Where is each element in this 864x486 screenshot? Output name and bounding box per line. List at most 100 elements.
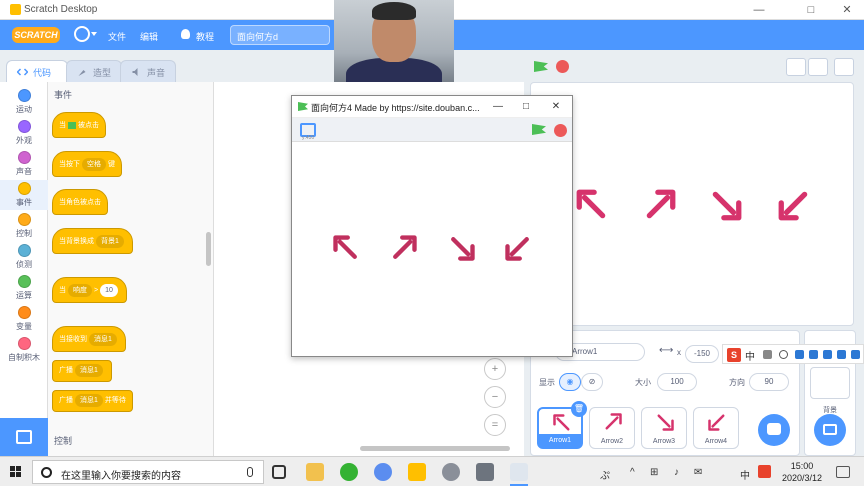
message-dropdown[interactable]: 消息1: [89, 333, 117, 346]
skin-icon[interactable]: [823, 350, 832, 359]
project-title-input[interactable]: 面向何方d: [230, 25, 330, 45]
delete-sprite-icon[interactable]: 🗑: [571, 401, 587, 417]
player-close-button[interactable]: ✕: [544, 99, 568, 115]
keyboard-icon[interactable]: [809, 350, 818, 359]
threshold-input[interactable]: 10: [100, 284, 118, 297]
language-globe-icon[interactable]: [74, 26, 90, 42]
microphone-icon[interactable]: [247, 467, 253, 477]
zoom-reset-button[interactable]: =: [484, 414, 506, 436]
category-motion[interactable]: 运动: [0, 87, 48, 117]
stop-icon[interactable]: [554, 124, 567, 137]
category-sound[interactable]: 声音: [0, 149, 48, 179]
sprite-thumbnail[interactable]: Arrow4: [693, 407, 739, 449]
windows-start-icon[interactable]: [10, 466, 22, 478]
arrow-up-right-sprite[interactable]: [643, 188, 677, 222]
arrow-down-left-sprite[interactable]: [777, 188, 811, 222]
chevron-down-icon[interactable]: [91, 32, 97, 36]
size-input[interactable]: 100: [657, 373, 697, 391]
when-flag-clicked-block[interactable]: 当被点击: [52, 112, 106, 138]
add-backdrop-button[interactable]: [814, 414, 846, 446]
microphone-icon[interactable]: [795, 350, 804, 359]
punctuation-icon[interactable]: [763, 350, 772, 359]
shirt-icon[interactable]: [837, 350, 846, 359]
arrow-down-right-sprite[interactable]: [448, 234, 476, 262]
when-receive-message-block[interactable]: 当接收到 消息1: [52, 326, 126, 352]
sprite-thumbnail[interactable]: Arrow2: [589, 407, 635, 449]
app-icon[interactable]: [442, 463, 460, 481]
category-control[interactable]: 控制: [0, 211, 48, 241]
maximize-button[interactable]: □: [796, 2, 826, 18]
zoom-in-button[interactable]: +: [484, 358, 506, 380]
broadcast-and-wait-block[interactable]: 广播 消息1 并等待: [52, 390, 133, 412]
volume-icon[interactable]: ✉: [694, 467, 702, 478]
sensor-dropdown[interactable]: 响度: [68, 284, 92, 297]
notifications-icon[interactable]: [836, 466, 850, 478]
scratch-logo[interactable]: SCRATCH: [12, 27, 60, 43]
large-stage-button[interactable]: [808, 58, 828, 76]
fullscreen-button[interactable]: [834, 58, 854, 76]
tab-code[interactable]: 代码: [6, 60, 68, 82]
task-view-icon[interactable]: [272, 465, 286, 479]
project-player-window[interactable]: 面向何方4 Made by https://site.douban.c... —…: [291, 95, 573, 357]
sogou-tray-icon[interactable]: [758, 465, 771, 478]
arrow-down-right-sprite[interactable]: [709, 188, 743, 222]
when-loudness-greater-block[interactable]: 当响度 >10: [52, 277, 127, 303]
green-flag-icon[interactable]: [534, 61, 548, 72]
backdrop-dropdown[interactable]: 背景1: [96, 235, 124, 248]
when-key-pressed-block[interactable]: 当按下 空格键: [52, 151, 122, 177]
close-button[interactable]: ✕: [832, 2, 862, 18]
when-backdrop-switches-block[interactable]: 当背景换成 背景1: [52, 228, 133, 254]
minimize-button[interactable]: —: [744, 2, 774, 18]
file-explorer-icon[interactable]: [306, 463, 324, 481]
scratch-player-taskbar-icon[interactable]: [510, 463, 528, 486]
arrow-up-left-sprite[interactable]: [575, 188, 609, 222]
taskbar-search-box[interactable]: 在这里输入你要搜索的内容: [32, 460, 264, 484]
backdrop-thumbnail[interactable]: [810, 367, 850, 399]
tab-sounds[interactable]: 声音: [120, 60, 176, 82]
tray-app-icon[interactable]: ⊞: [650, 467, 658, 478]
stage-canvas[interactable]: [530, 82, 854, 326]
message-dropdown[interactable]: 消息1: [75, 394, 103, 407]
emoji-icon[interactable]: [779, 350, 788, 359]
ime-toolbar[interactable]: S 中: [722, 344, 864, 364]
stop-icon[interactable]: [556, 60, 569, 73]
grid-icon[interactable]: [851, 350, 860, 359]
palette-scrollbar[interactable]: [206, 232, 211, 266]
add-sprite-button[interactable]: [758, 414, 790, 446]
edit-menu[interactable]: 编辑: [140, 30, 158, 43]
tutorials-menu[interactable]: 教程: [196, 30, 214, 43]
sogou-icon[interactable]: S: [727, 348, 741, 362]
system-clock[interactable]: 15:00 2020/3/12: [776, 460, 828, 484]
chevron-up-icon[interactable]: ^: [630, 467, 635, 478]
show-visible-button[interactable]: ◉: [559, 373, 581, 391]
key-dropdown[interactable]: 空格: [82, 158, 106, 171]
arrow-down-left-sprite[interactable]: [504, 234, 532, 262]
wechat-icon[interactable]: [340, 463, 358, 481]
x-position-input[interactable]: -150: [685, 345, 719, 363]
app-icon[interactable]: [476, 463, 494, 481]
ime-mode-label[interactable]: 中: [745, 348, 755, 363]
player-minimize-button[interactable]: —: [486, 99, 510, 115]
arrow-up-left-sprite[interactable]: [332, 234, 360, 262]
category-sensing[interactable]: 侦测: [0, 242, 48, 272]
small-stage-button[interactable]: [786, 58, 806, 76]
input-language-indicator[interactable]: 中: [740, 467, 750, 482]
direction-input[interactable]: 90: [749, 373, 789, 391]
green-flag-icon[interactable]: [532, 124, 546, 135]
file-menu[interactable]: 文件: [108, 30, 126, 43]
category-variables[interactable]: 变量: [0, 304, 48, 334]
category-my-blocks[interactable]: 自制积木: [0, 335, 48, 365]
tab-costumes[interactable]: 造型: [66, 60, 122, 82]
workspace-scrollbar[interactable]: [360, 446, 510, 451]
app-icon[interactable]: [374, 463, 392, 481]
category-events[interactable]: 事件: [0, 180, 48, 210]
arrow-up-right-sprite[interactable]: [390, 234, 418, 262]
player-maximize-button[interactable]: □: [514, 99, 538, 115]
zoom-out-button[interactable]: −: [484, 386, 506, 408]
add-extension-button[interactable]: [0, 418, 48, 456]
category-operators[interactable]: 运算: [0, 273, 48, 303]
scratch-taskbar-icon[interactable]: [408, 463, 426, 481]
people-icon[interactable]: ぷ: [600, 467, 610, 482]
broadcast-block[interactable]: 广播 消息1: [52, 360, 112, 382]
sprite-thumbnail[interactable]: Arrow3: [641, 407, 687, 449]
